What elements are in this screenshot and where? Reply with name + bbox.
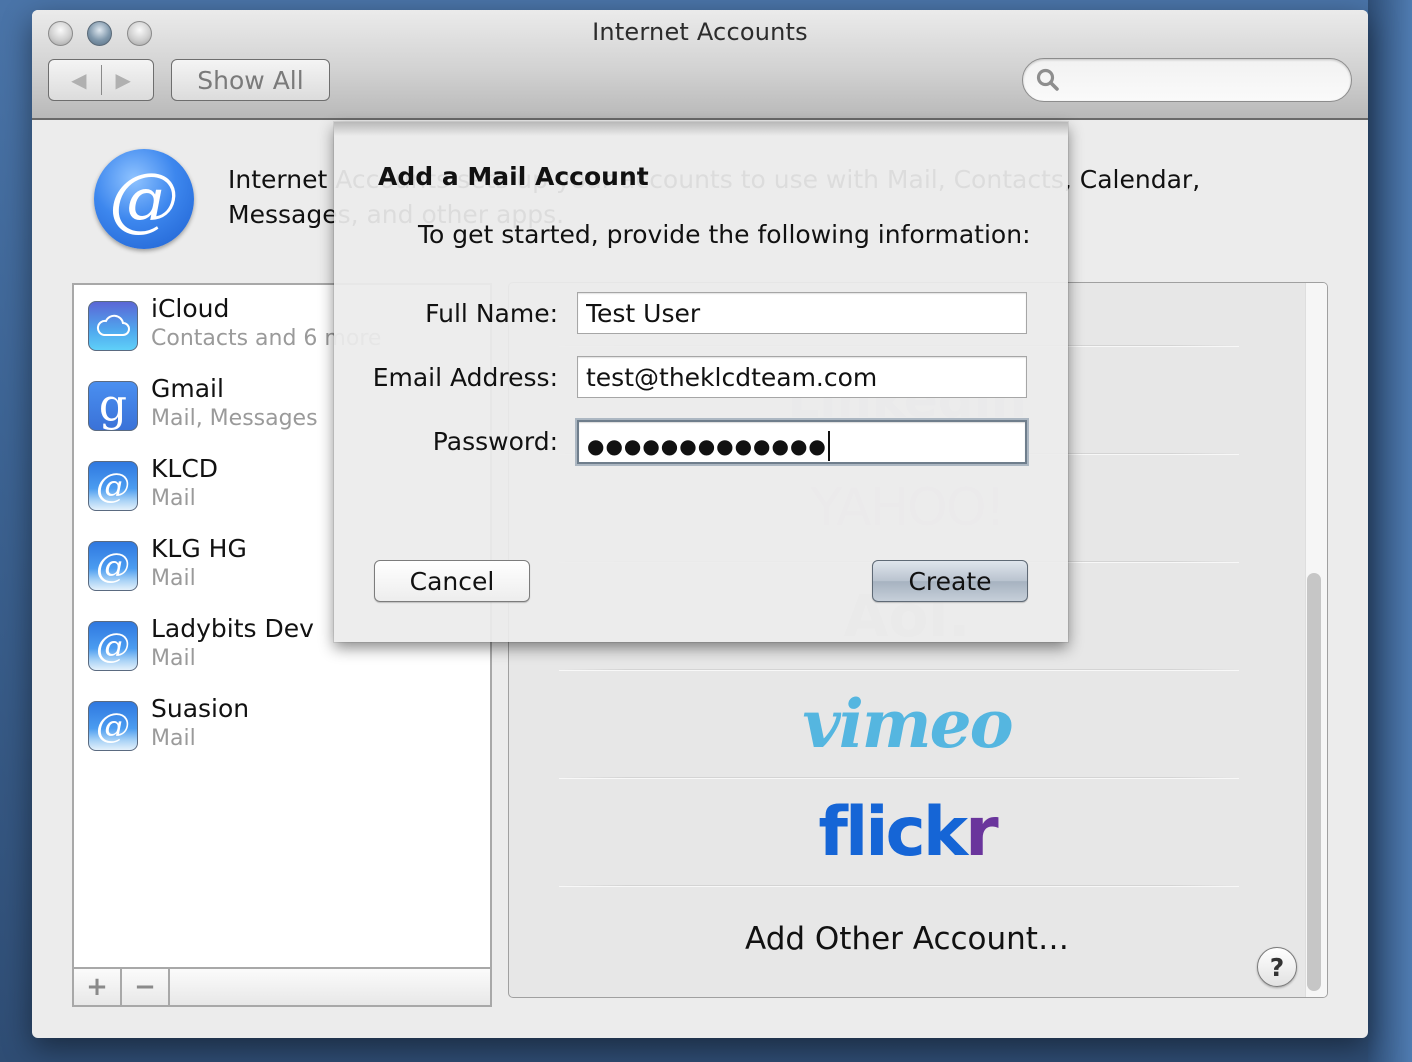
provider-add-other[interactable]: Add Other Account… (509, 887, 1305, 991)
add-mail-account-sheet: Add a Mail Account To get started, provi… (334, 122, 1068, 642)
mail-at-icon: @ (88, 461, 138, 511)
password-masked-value: ●●●●●●●●●●●●● (587, 434, 827, 458)
add-account-button[interactable]: + (74, 969, 122, 1005)
provider-vimeo[interactable]: vimeo (509, 671, 1305, 777)
account-name: Ladybits Dev (151, 614, 314, 643)
create-button[interactable]: Create (872, 560, 1028, 602)
add-other-account-label: Add Other Account… (745, 921, 1069, 957)
account-name: KLG HG (151, 534, 247, 563)
help-button[interactable]: ? (1257, 947, 1297, 987)
mail-at-icon: @ (88, 621, 138, 671)
account-item-suasion[interactable]: @ Suasion Mail (88, 694, 488, 777)
email-address-label: Email Address: (372, 363, 558, 392)
mail-at-icon: @ (88, 541, 138, 591)
full-name-label: Full Name: (425, 299, 558, 328)
preferences-content: @ Internet Accounts sets up your account… (32, 122, 1368, 1038)
sheet-title: Add a Mail Account (378, 162, 649, 191)
account-name: Gmail (151, 374, 224, 403)
window-title: Internet Accounts (592, 18, 808, 46)
account-detail: Mail (151, 726, 196, 751)
search-field[interactable] (1022, 58, 1352, 102)
account-name: KLCD (151, 454, 219, 483)
cancel-button[interactable]: Cancel (374, 560, 530, 602)
account-detail: Mail (151, 486, 196, 511)
desktop-background (1368, 0, 1412, 1062)
providers-scrollbar[interactable] (1305, 283, 1327, 997)
flickr-logo-suffix: r (965, 792, 999, 872)
account-detail: Mail, Messages (151, 406, 318, 431)
back-forward-control: ◀ ▶ (48, 59, 154, 101)
full-name-field[interactable] (577, 292, 1027, 334)
chevron-left-icon[interactable]: ◀ (71, 68, 86, 92)
scrollbar-thumb[interactable] (1307, 573, 1321, 991)
account-name: Suasion (151, 694, 250, 723)
password-field[interactable]: ●●●●●●●●●●●●● (577, 420, 1027, 464)
icloud-icon (88, 301, 138, 351)
provider-flickr[interactable]: flickr (509, 779, 1305, 885)
email-address-field[interactable] (577, 356, 1027, 398)
account-name: iCloud (151, 294, 230, 323)
internet-accounts-window: Internet Accounts ◀ ▶ Show All @ Interne… (32, 10, 1368, 1038)
search-icon (1036, 68, 1059, 91)
accounts-list-footer: + − (72, 967, 492, 1007)
password-label: Password: (432, 427, 558, 456)
vimeo-logo: vimeo (802, 685, 1013, 763)
segment-divider (100, 65, 102, 95)
account-detail: Mail (151, 646, 196, 671)
show-all-button[interactable]: Show All (171, 59, 330, 101)
mail-at-icon: @ (88, 701, 138, 751)
remove-account-button[interactable]: − (122, 969, 170, 1005)
text-caret (827, 431, 830, 461)
chevron-right-icon[interactable]: ▶ (116, 68, 131, 92)
flickr-logo-main: flick (818, 792, 968, 872)
window-toolbar: Internet Accounts ◀ ▶ Show All (32, 10, 1368, 120)
google-icon: g (88, 381, 138, 431)
account-detail: Mail (151, 566, 196, 591)
at-sign-icon: @ (94, 149, 194, 249)
flickr-logo: flickr (818, 792, 999, 872)
sheet-instructions: To get started, provide the following in… (418, 220, 1031, 249)
